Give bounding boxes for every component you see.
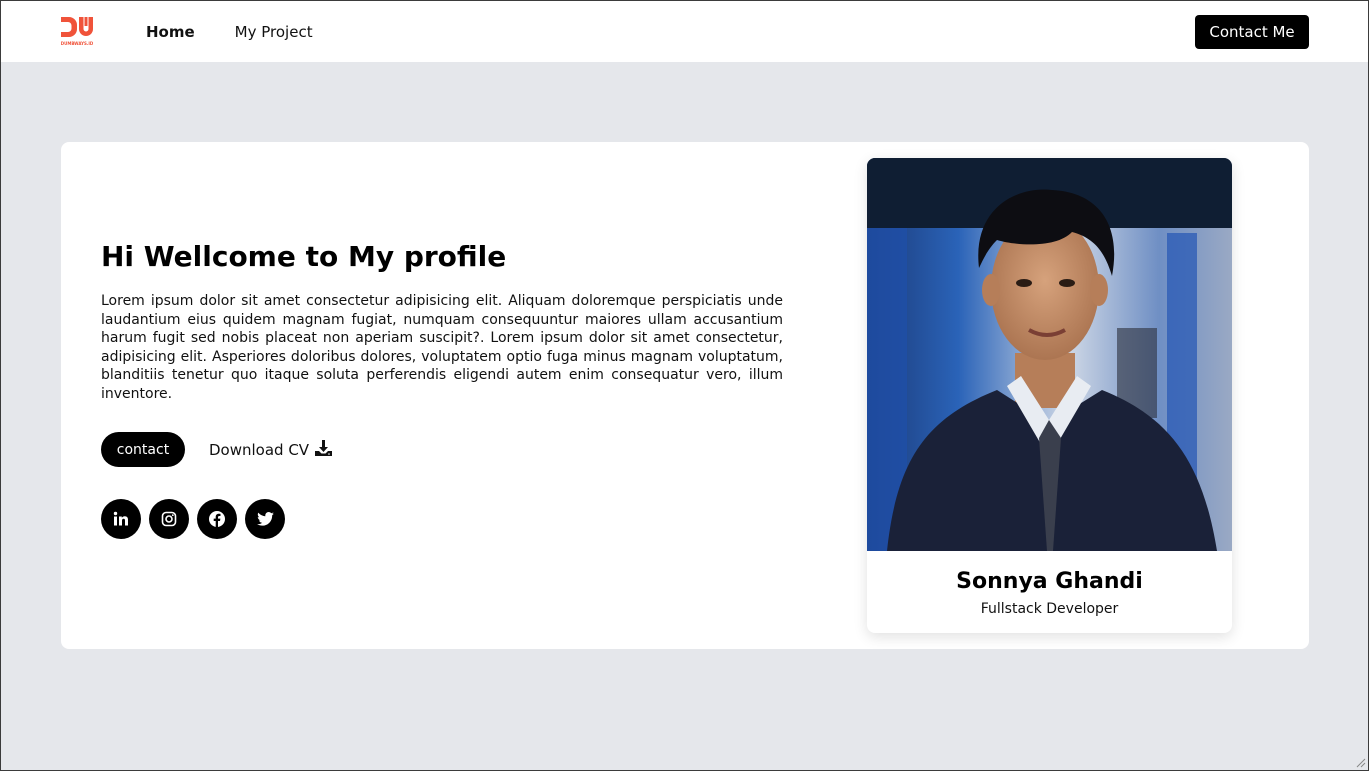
download-cv-label: Download CV <box>209 441 310 459</box>
profile-name: Sonnya Ghandi <box>956 569 1143 594</box>
nav-links: Home My Project <box>146 23 313 41</box>
nav-link-my-project[interactable]: My Project <box>235 23 313 41</box>
facebook-icon[interactable] <box>197 499 237 539</box>
social-links <box>101 499 285 539</box>
download-cv-link[interactable]: Download CV <box>209 440 333 460</box>
profile-card: Sonnya Ghandi Fullstack Developer <box>867 158 1232 633</box>
navbar: DUMBWAYS.ID Home My Project Contact Me <box>1 1 1368 62</box>
profile-role: Fullstack Developer <box>980 601 1119 617</box>
download-icon <box>315 440 333 460</box>
nav-link-home[interactable]: Home <box>146 23 195 41</box>
logo-text: DUMBWAYS.ID <box>60 41 94 46</box>
contact-me-button[interactable]: Contact Me <box>1195 15 1309 49</box>
profile-photo <box>867 158 1232 551</box>
hero-title: Hi Wellcome to My profile <box>101 240 507 273</box>
contact-button[interactable]: contact <box>101 432 185 467</box>
resize-grip-icon[interactable] <box>1354 756 1366 768</box>
linkedin-icon[interactable] <box>101 499 141 539</box>
hero-description: Lorem ipsum dolor sit amet consectetur a… <box>101 293 783 402</box>
twitter-icon[interactable] <box>245 499 285 539</box>
instagram-icon[interactable] <box>149 499 189 539</box>
dumbways-logo[interactable]: DUMBWAYS.ID <box>59 15 95 49</box>
hero-card: Hi Wellcome to My profile Lorem ipsum do… <box>61 142 1309 649</box>
